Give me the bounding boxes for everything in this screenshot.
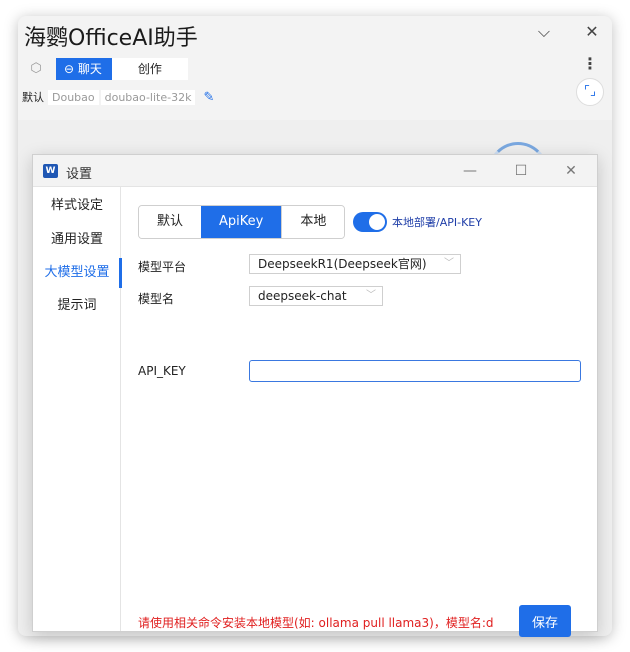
save-button[interactable]: 保存: [519, 605, 571, 637]
chevron-down-icon: ﹀: [366, 290, 376, 301]
deploy-toggle[interactable]: [353, 212, 387, 232]
more-vertical-icon[interactable]: ⋮: [582, 54, 598, 73]
apikey-label: API_KEY: [138, 364, 186, 378]
mode-tabs: ⬡ ⊖ 聊天 创作: [28, 58, 188, 80]
source-tabs: 默认 ApiKey 本地: [138, 205, 346, 239]
apikey-input[interactable]: [249, 360, 581, 382]
tab-create[interactable]: 创作: [111, 58, 188, 80]
tab-chat[interactable]: ⊖ 聊天: [56, 58, 112, 80]
app-title: 海鹦OfficeAI助手: [24, 26, 198, 51]
cube-icon: ⬡: [30, 61, 42, 76]
model-select[interactable]: deepseek-chat ﹀: [249, 286, 383, 306]
model-provider[interactable]: Doubao: [48, 89, 99, 105]
platform-select[interactable]: DeepseekR1(Deepseek官网) ﹀: [249, 254, 461, 274]
minimize-icon[interactable]: —: [459, 161, 481, 181]
sidebar-item-llm[interactable]: 大模型设置: [33, 258, 122, 288]
install-hint: 请使用相关命令安装本地模型(如: ollama pull llama3)，模型名…: [138, 616, 494, 630]
model-name[interactable]: doubao-lite-32k: [100, 89, 196, 105]
model-value: deepseek-chat: [258, 289, 347, 303]
toggle-label: 本地部署/API-KEY: [392, 216, 482, 229]
maximize-icon[interactable]: ☐: [510, 161, 532, 181]
dialog-title: 设置: [66, 167, 93, 182]
pencil-icon[interactable]: ✎: [203, 90, 214, 105]
dialog-titlebar: W 设置 — ☐ ✕: [33, 155, 597, 187]
model-default-label: 默认: [22, 91, 44, 104]
settings-sidebar: 样式设定 通用设置 大模型设置 提示词: [33, 187, 122, 631]
sidebar-item-label: 大模型设置: [44, 265, 110, 280]
tab-local[interactable]: 本地: [281, 206, 345, 238]
sidebar-item-general[interactable]: 通用设置: [33, 225, 121, 255]
scan-icon[interactable]: ⌜⌟: [576, 78, 604, 106]
toggle-knob: [369, 214, 385, 230]
chevron-down-icon[interactable]: ⌵: [532, 20, 556, 44]
tab-apikey[interactable]: ApiKey: [201, 206, 282, 238]
tab-default[interactable]: 默认: [139, 206, 202, 238]
settings-dialog: W 设置 — ☐ ✕ 样式设定 通用设置 大模型设置 提示词 默认 ApiKey…: [32, 154, 598, 637]
pane-header: 海鹦OfficeAI助手 ⌵ ✕ ⬡ ⊖ 聊天 创作 ⋮ ⌜⌟ 默认 Douba…: [18, 16, 612, 120]
chevron-down-icon: ﹀: [444, 258, 454, 269]
close-icon[interactable]: ✕: [560, 161, 582, 181]
platform-value: DeepseekR1(Deepseek官网): [258, 257, 427, 271]
sidebar-item-style[interactable]: 样式设定: [33, 191, 121, 221]
word-app-icon: W: [43, 164, 58, 178]
llm-settings-panel: 默认 ApiKey 本地 本地部署/API-KEY 模型平台 DeepseekR…: [122, 187, 597, 637]
platform-label: 模型平台: [138, 260, 187, 274]
model-label: 模型名: [138, 292, 175, 306]
close-icon[interactable]: ✕: [580, 20, 604, 44]
sidebar-item-prompts[interactable]: 提示词: [33, 291, 121, 321]
model-bar: 默认 Doubao doubao-lite-32k ✎: [22, 88, 214, 106]
